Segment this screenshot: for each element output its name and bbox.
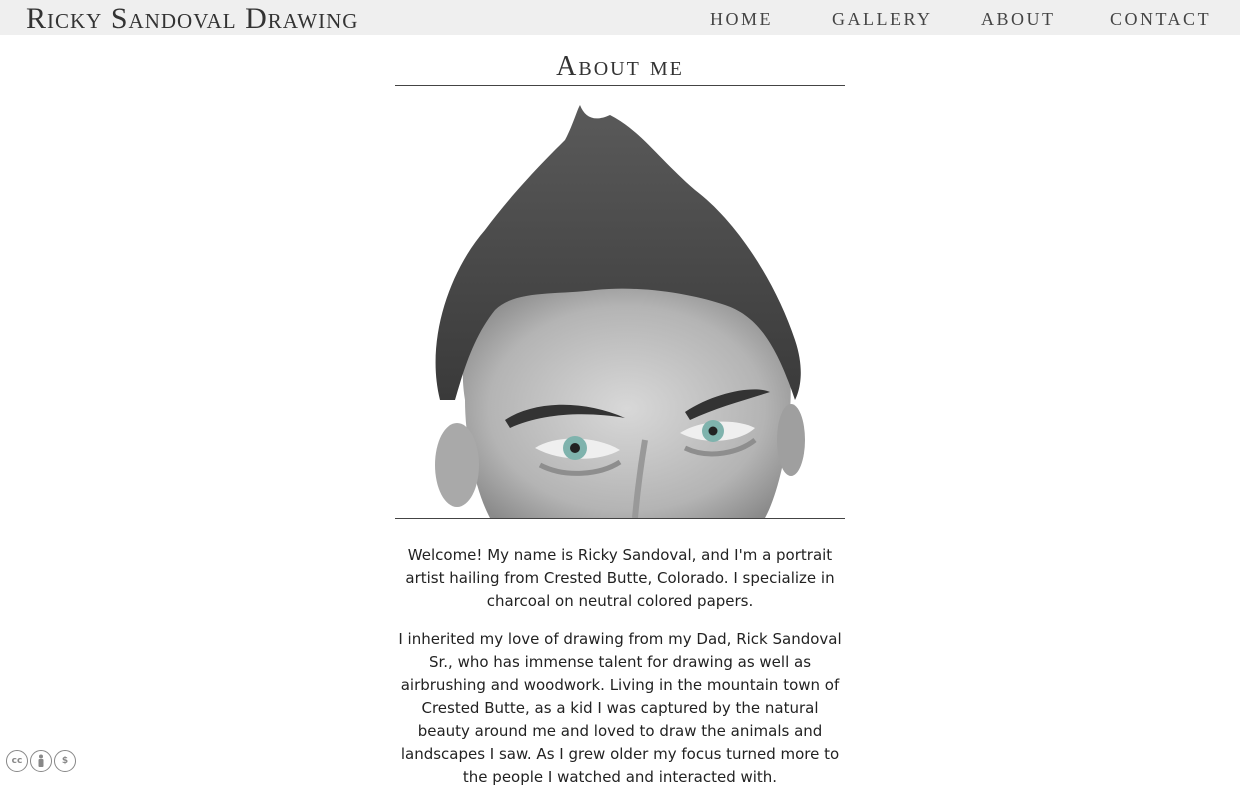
title-divider bbox=[395, 85, 845, 86]
artist-portrait bbox=[395, 100, 845, 518]
portrait-divider bbox=[395, 518, 845, 519]
license-badge[interactable]: cc $ bbox=[6, 750, 78, 774]
page-title: About me bbox=[556, 51, 684, 82]
by-icon bbox=[30, 750, 52, 772]
nc-icon: $ bbox=[54, 750, 76, 772]
bio-paragraph-1: Welcome! My name is Ricky Sandoval, and … bbox=[405, 546, 835, 610]
nav-gallery[interactable]: GALLERY bbox=[832, 8, 933, 30]
nav-home[interactable]: HOME bbox=[710, 8, 773, 30]
nav-contact[interactable]: CONTACT bbox=[1110, 8, 1211, 30]
cc-icon: cc bbox=[6, 750, 28, 772]
site-header: Ricky Sandoval Drawing HOME GALLERY ABOU… bbox=[0, 0, 1240, 35]
nav-about[interactable]: ABOUT bbox=[981, 8, 1056, 30]
site-brand-link[interactable]: Ricky Sandoval Drawing bbox=[26, 2, 358, 36]
bio-paragraph-2: I inherited my love of drawing from my D… bbox=[398, 630, 842, 786]
